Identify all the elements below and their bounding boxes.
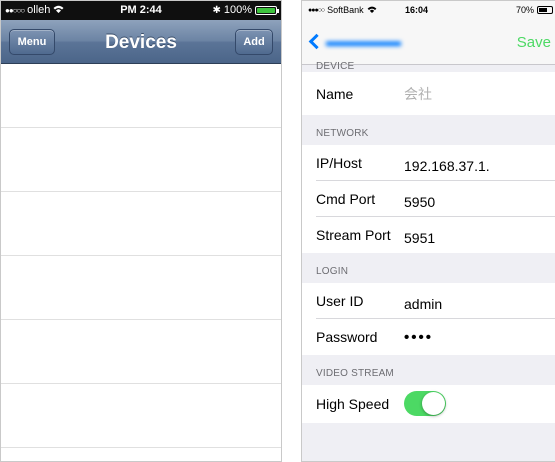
section-header-login: LOGIN <box>316 265 349 277</box>
cmd-port-row: Cmd Port 5950 <box>302 181 555 217</box>
stream-port-row: Stream Port 5951 <box>302 217 555 253</box>
chevron-left-icon <box>308 33 325 50</box>
high-speed-row: High Speed <box>302 385 555 423</box>
battery-percent: 70% <box>515 5 534 15</box>
status-time: 16:04 <box>405 5 429 15</box>
list-item[interactable] <box>1 320 281 384</box>
status-bar: ●●●○○ SoftBank 16:04 70% <box>302 1 555 21</box>
host-row: IP/Host 192.168.37.1. <box>302 145 555 181</box>
name-label: Name <box>316 85 354 102</box>
host-field[interactable]: 192.168.37.1. <box>404 158 490 174</box>
carrier: ●●●○○ SoftBank <box>308 5 377 15</box>
password-label: Password <box>316 329 378 345</box>
name-row: Name 会社 <box>302 72 555 115</box>
password-field[interactable]: •••• <box>404 329 433 346</box>
bluetooth-icon: ✱ <box>212 4 221 16</box>
name-field[interactable]: 会社 <box>404 84 432 104</box>
battery-percent: 100% <box>223 4 252 16</box>
battery: 70% <box>516 5 553 15</box>
devices-screen: ●●○○○ olleh PM 2:44 ✱ 100% Menu Devices … <box>0 0 282 462</box>
device-settings-screen: ●●●○○ SoftBank 16:04 70% ▬▬▬▬▬ Save DEVI… <box>301 0 555 462</box>
stream-port-field[interactable]: 5951 <box>404 230 435 246</box>
toggle-knob <box>422 392 445 415</box>
nav-bar: Menu Devices Add <box>1 20 281 64</box>
user-id-field[interactable]: admin <box>404 296 442 312</box>
list-item[interactable] <box>1 384 281 448</box>
host-label: IP/Host <box>316 155 362 171</box>
back-label-blurred: ▬▬▬▬▬ <box>326 33 401 50</box>
settings-form: DEVICE Name 会社 NETWORK IP/Host 192.168.3… <box>302 61 555 461</box>
stream-port-label: Stream Port <box>316 227 391 243</box>
list-item[interactable] <box>1 64 281 128</box>
save-button[interactable]: Save <box>517 34 551 51</box>
user-id-label: User ID <box>316 293 364 309</box>
high-speed-toggle[interactable] <box>404 391 446 416</box>
signal-icon: ●●●○○ <box>308 6 325 14</box>
cmd-port-label: Cmd Port <box>316 191 376 207</box>
cmd-port-field[interactable]: 5950 <box>404 194 435 210</box>
add-device-button[interactable]: Add <box>235 29 273 55</box>
list-item[interactable] <box>1 256 281 320</box>
list-item[interactable] <box>1 192 281 256</box>
device-list <box>1 64 281 461</box>
section-header-device: DEVICE <box>316 61 355 72</box>
password-row: Password •••• <box>302 319 555 355</box>
carrier-name: SoftBank <box>327 5 364 15</box>
battery-icon <box>537 6 553 14</box>
section-header-video-stream: VIDEO STREAM <box>316 367 394 379</box>
list-item[interactable] <box>1 128 281 192</box>
battery: ✱ 100% <box>212 4 279 16</box>
back-button[interactable]: ▬▬▬▬▬ <box>308 33 401 50</box>
battery-icon <box>255 5 279 15</box>
status-bar: ●●○○○ olleh PM 2:44 ✱ 100% <box>1 1 281 20</box>
user-id-row: User ID admin <box>302 283 555 319</box>
high-speed-label: High Speed <box>316 396 390 412</box>
nav-bar: ▬▬▬▬▬ Save <box>302 21 555 65</box>
section-header-network: NETWORK <box>316 127 369 139</box>
wifi-icon <box>367 5 377 15</box>
